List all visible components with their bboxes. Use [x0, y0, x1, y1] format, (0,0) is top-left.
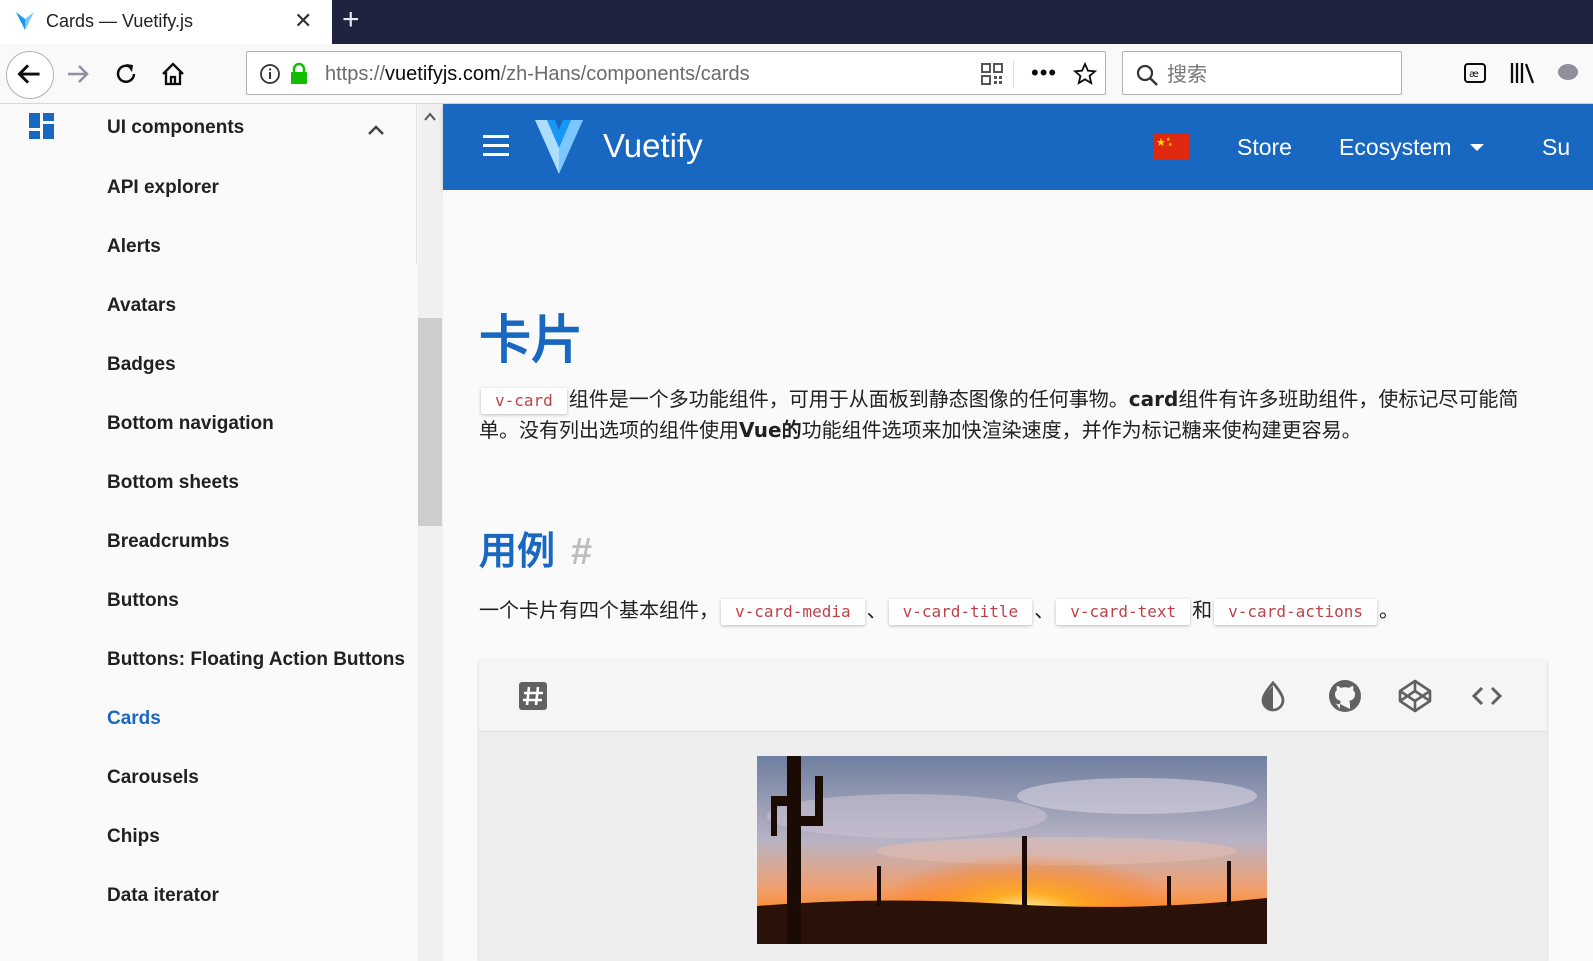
browser-tab[interactable]: Cards — Vuetify.js ✕: [0, 0, 332, 44]
example-preview: [479, 732, 1547, 961]
sidebar-scrollbar[interactable]: [418, 104, 443, 961]
code-v-card-title: v-card-title: [888, 599, 1033, 625]
menu-icon[interactable]: [483, 135, 509, 157]
svg-text:★: ★: [1168, 142, 1173, 148]
page-title: 卡片: [479, 311, 584, 371]
sidebar-item-data-iterator[interactable]: Data iterator: [107, 885, 219, 907]
store-link[interactable]: Store: [1237, 134, 1292, 161]
svg-text:★: ★: [1156, 136, 1166, 149]
sidebar-item-avatars[interactable]: Avatars: [107, 295, 176, 317]
invert-colors-icon[interactable]: [1255, 678, 1291, 714]
sidebar-item-chips[interactable]: Chips: [107, 826, 160, 848]
navigation-drawer: UI components API explorer Alerts Avatar…: [0, 104, 418, 961]
sidebar-item-breadcrumbs[interactable]: Breadcrumbs: [107, 531, 230, 553]
code-tags-icon[interactable]: [1469, 678, 1505, 714]
search-icon: [1136, 64, 1158, 86]
group-label: UI components: [107, 117, 245, 138]
search-input[interactable]: [1167, 61, 1387, 87]
usage-paragraph: 一个卡片有四个基本组件， v-card-media、 v-card-title、 v-…: [479, 594, 1399, 626]
lock-icon: [291, 62, 307, 84]
main-content: 卡片 v-card 组件是一个多功能组件，可用于从面板到静态图像的任何事物。car…: [443, 190, 1593, 961]
sidebar-item-buttons[interactable]: Buttons: [107, 590, 179, 612]
sidebar-item-bottom-navigation[interactable]: Bottom navigation: [107, 413, 274, 435]
reload-icon[interactable]: [112, 60, 140, 88]
page-actions-icon[interactable]: •••: [1031, 60, 1057, 86]
view-dashboard-icon: [29, 113, 54, 139]
codepen-icon[interactable]: [1397, 678, 1433, 714]
sidebar-item-fab[interactable]: Buttons: Floating Action Buttons: [107, 649, 405, 671]
support-link[interactable]: Su: [1542, 134, 1570, 161]
browser-toolbar: https://vuetifyjs.com/zh-Hans/components…: [0, 44, 1593, 104]
home-icon[interactable]: [159, 60, 187, 88]
chevron-up-icon[interactable]: [364, 118, 388, 142]
sidebar-item-api-explorer[interactable]: API explorer: [107, 177, 219, 199]
github-icon[interactable]: [1327, 678, 1363, 714]
sidebar-divider: [416, 104, 417, 264]
sidebar-item-carousels[interactable]: Carousels: [107, 767, 199, 789]
china-flag-icon[interactable]: ★ ★ ★: [1153, 134, 1189, 160]
code-v-card-text: v-card-text: [1056, 599, 1191, 625]
sidebar-item-badges[interactable]: Badges: [107, 354, 176, 376]
search-bar[interactable]: [1122, 51, 1402, 95]
chat-icon[interactable]: [1556, 61, 1580, 85]
section-anchor-link[interactable]: #: [571, 531, 592, 573]
library-icon[interactable]: [1509, 61, 1537, 85]
code-v-card-media: v-card-media: [721, 599, 865, 625]
intro-paragraph: v-card 组件是一个多功能组件，可用于从面板到静态图像的任何事物。card组件…: [479, 387, 1519, 442]
scroll-up-arrow-icon[interactable]: [423, 110, 437, 124]
ui-components-group-header[interactable]: UI components: [0, 104, 418, 152]
svg-text:æ: æ: [1469, 69, 1479, 80]
close-tab-icon[interactable]: ✕: [294, 9, 312, 33]
browser-tab-strip: Cards — Vuetify.js ✕ +: [0, 0, 1593, 44]
code-v-card-actions: v-card-actions: [1214, 599, 1378, 625]
tab-title: Cards — Vuetify.js: [46, 11, 194, 31]
url-text[interactable]: https://vuetifyjs.com/zh-Hans/components…: [325, 63, 750, 86]
brand-name[interactable]: Vuetify: [603, 127, 703, 165]
back-button[interactable]: [6, 51, 54, 99]
vuetify-favicon-icon: [16, 12, 34, 30]
qr-code-icon[interactable]: [981, 63, 1003, 85]
scrollbar-thumb[interactable]: [418, 318, 442, 526]
sidebar-item-cards[interactable]: Cards: [107, 708, 161, 730]
ecosystem-menu[interactable]: Ecosystem: [1339, 134, 1451, 161]
pound-box-icon[interactable]: [515, 678, 551, 714]
card-media-image: [757, 756, 1267, 944]
code-v-card: v-card: [481, 388, 567, 414]
reader-view-icon[interactable]: æ: [1463, 61, 1487, 85]
address-bar[interactable]: https://vuetifyjs.com/zh-Hans/components…: [246, 51, 1106, 95]
sidebar-item-alerts[interactable]: Alerts: [107, 236, 161, 258]
app-toolbar: Vuetify ★ ★ ★ Store Ecosystem Su: [443, 104, 1593, 190]
arrow-left-icon: [17, 64, 40, 84]
vuetify-logo-icon[interactable]: [533, 118, 585, 176]
menu-down-icon[interactable]: [1470, 144, 1484, 151]
new-tab-icon[interactable]: +: [342, 3, 360, 37]
forward-icon[interactable]: [64, 60, 92, 88]
example-toolbar: [479, 660, 1547, 732]
section-title-usage: 用例 #: [479, 529, 593, 573]
sidebar-item-bottom-sheets[interactable]: Bottom sheets: [107, 472, 239, 494]
info-icon[interactable]: [259, 63, 281, 85]
url-divider: [1013, 60, 1014, 88]
example-panel: [479, 660, 1547, 961]
bookmark-star-icon[interactable]: [1073, 62, 1097, 86]
